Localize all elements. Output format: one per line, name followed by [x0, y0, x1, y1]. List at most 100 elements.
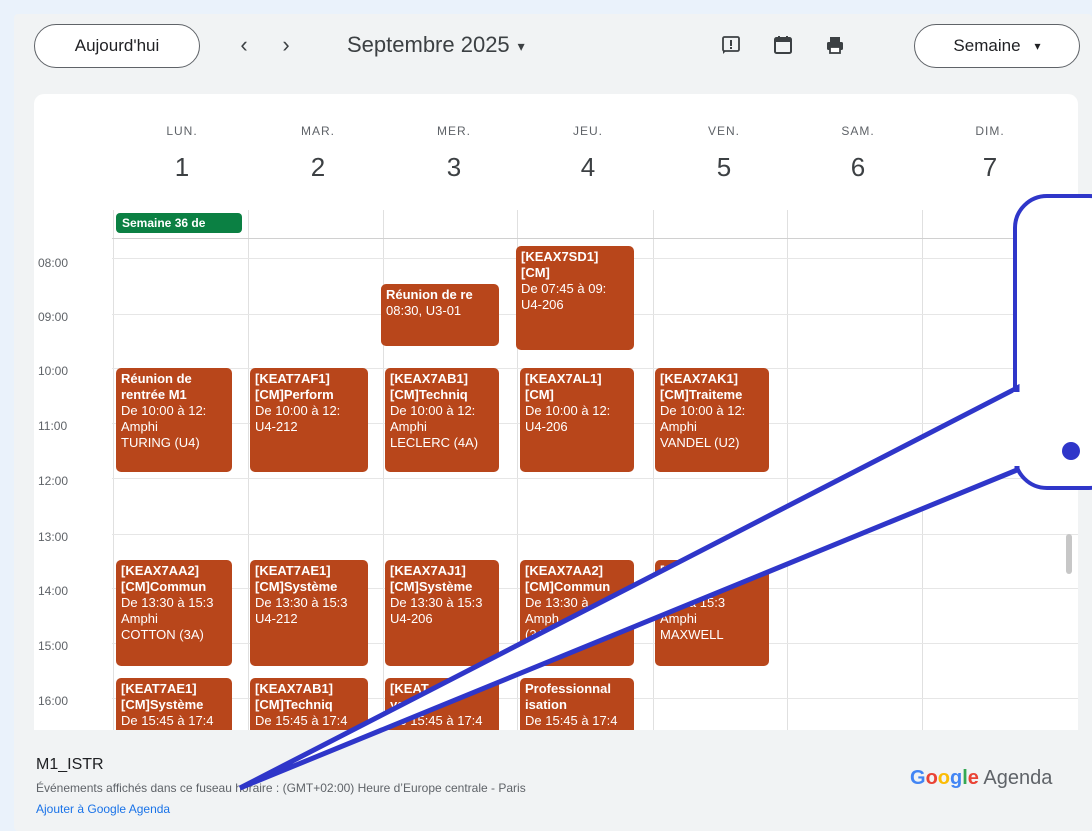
column-divider [653, 210, 654, 730]
all-day-event[interactable]: Semaine 36 de [116, 213, 242, 233]
view-selector[interactable]: Semaine ▾ [914, 24, 1080, 68]
event-detail: LECLERC (4A) [390, 435, 479, 450]
column-divider [922, 210, 923, 730]
day-number: 3 [446, 152, 462, 182]
event-title: [CM] [521, 265, 550, 280]
calendar-event[interactable]: Réunion de re 08:30, U3-01 [381, 284, 499, 346]
hour-label: 15:00 [38, 639, 69, 653]
calendar-event[interactable]: Réunion de rentrée M1 De 10:00 à 12: Amphi T… [116, 368, 232, 472]
today-button[interactable]: Aujourd'hui [34, 24, 200, 68]
event-title: me [660, 579, 679, 594]
event-detail: De 13:30 à 15:3 [390, 595, 483, 610]
callout-bubble [1013, 194, 1092, 490]
hour-label: 13:00 [38, 530, 69, 544]
prev-week-button[interactable]: ‹ [232, 32, 256, 58]
event-title: [CM] [525, 387, 554, 402]
event-detail: De 10:00 à 12: [255, 403, 341, 418]
event-title: [KEAX7AK1] [660, 371, 739, 386]
calendar-event[interactable]: [KEAX7AL1] [CM] De 10:00 à 12: U4-206 [520, 368, 634, 472]
hour-line [112, 534, 1078, 535]
event-title: [CM]Système [255, 579, 338, 594]
event-title: [CM]Techniq [255, 697, 333, 712]
event-detail: De 15:45 à 17:4 [255, 713, 348, 728]
view-label: Semaine [953, 36, 1021, 55]
calendar-event[interactable]: [KEAX7SD1] [CM] De 07:45 à 09: U4-206 [516, 246, 634, 350]
event-detail: (3A) [525, 627, 550, 642]
calendar-event[interactable]: [KEAX7AB1] [CM]Techniq De 10:00 à 12: Amphi… [385, 368, 499, 472]
day-of-week: JEU. [572, 124, 603, 138]
day-number: 6 [850, 152, 866, 182]
event-title: [CM]Traiteme [660, 387, 743, 402]
add-to-google-agenda-link[interactable]: Ajouter à Google Agenda [36, 802, 170, 816]
feedback-icon[interactable] [720, 34, 742, 56]
event-detail: De 10:00 à 12: [390, 403, 476, 418]
hour-label: 08:00 [38, 256, 69, 270]
event-detail: De 15:45 à 17:4 [525, 713, 618, 728]
day-of-week: LUN. [166, 124, 198, 138]
event-detail: De 15:45 à 17:4 [121, 713, 214, 728]
event-detail: U4-206 [525, 419, 568, 434]
event-detail: 08:30, U3-01 [386, 303, 462, 318]
calendar-event[interactable]: [KEAT ystème De 15:45 à 17:4 [385, 678, 499, 730]
month-selector[interactable]: Septembre 2025 ▾ [347, 32, 525, 58]
event-detail: De 13:30 à [525, 595, 589, 610]
next-week-button[interactable]: › [274, 32, 298, 58]
event-title: [K [660, 563, 674, 578]
week-calendar-grid: LUN. 1 MAR. 2 MER. 3 JEU. 4 VEN. 5 SAM. 6 DIM.… [34, 94, 1078, 730]
event-title: ystème [390, 697, 435, 712]
calendar-event[interactable]: [KEAX7AK1] [CM]Traiteme De 10:00 à 12: Amph… [655, 368, 769, 472]
google-wordmark: Google [910, 767, 979, 789]
event-detail: Amph [525, 611, 559, 626]
column-divider [787, 210, 788, 730]
event-detail: De 10:00 à 12: [660, 403, 746, 418]
event-detail: U4-206 [390, 611, 433, 626]
timezone-note: Événements affichés dans ce fuseau horai… [36, 781, 526, 795]
day-of-week: MER. [437, 124, 471, 138]
event-title: [CM]Système [121, 697, 204, 712]
chevron-left-icon: ‹ [240, 32, 248, 57]
event-detail: Amphi [121, 419, 158, 434]
event-detail: De 13:30 à 15:3 [121, 595, 214, 610]
month-label: Septembre 2025 [347, 32, 510, 57]
caret-down-icon: ▾ [1034, 39, 1041, 53]
event-title: [KEAX7AB1] [255, 681, 334, 696]
event-detail: Amphi [121, 611, 158, 626]
print-icon[interactable] [824, 34, 846, 56]
event-title: Réunion de re [386, 287, 473, 302]
column-divider [248, 210, 249, 730]
event-title: [CM]Perform [255, 387, 334, 402]
calendar-event[interactable]: [KEAX7AJ1] [CM]Système De 13:30 à 15:3 U4-2… [385, 560, 499, 666]
calendar-event[interactable]: Professionnal isation De 15:45 à 17:4 [520, 678, 634, 730]
event-title: [KEAX7AL1] [525, 371, 602, 386]
allday-divider [112, 238, 1078, 239]
google-agenda-logo[interactable]: Google Agenda [910, 767, 1052, 790]
calendar-event[interactable]: [KEAX7AA2] [CM]Commun De 13:30 à 15:3 Amphi… [116, 560, 232, 666]
calendar-event[interactable]: [KEAX7AA2] [CM]Commun De 13:30 à Amph (3A) [520, 560, 634, 666]
event-detail: De 15:45 à 17:4 [390, 713, 483, 728]
event-title: isation [525, 697, 567, 712]
event-detail: De 10:00 à 12: [121, 403, 207, 418]
event-detail: De 13:30 à 15:3 [255, 595, 348, 610]
event-detail: MAXWELL [660, 627, 724, 642]
event-title: [CM]Système [390, 579, 473, 594]
chevron-right-icon: › [282, 32, 290, 57]
event-title: [KEAX7AJ1] [390, 563, 466, 578]
day-of-week: VEN. [707, 124, 740, 138]
scrollbar-thumb[interactable] [1066, 534, 1072, 574]
event-detail: 3:30 à 15:3 [660, 595, 726, 610]
day-of-week: DIM. [975, 124, 1005, 138]
calendar-event[interactable]: [KEAT7AF1] [CM]Perform De 10:00 à 12: U4-21… [250, 368, 368, 472]
day-number: 4 [580, 152, 596, 182]
calendar-event[interactable]: [K me 3:30 à 15:3 Amphi MAXWELL [655, 560, 769, 666]
day-number: 1 [174, 152, 190, 182]
day-number: 5 [716, 152, 732, 182]
event-detail: COTTON (3A) [121, 627, 204, 642]
event-title: rentrée M1 [121, 387, 187, 402]
calendar-icon[interactable] [772, 34, 794, 56]
day-of-week: MAR. [301, 124, 335, 138]
calendar-event[interactable]: [KEAX7AB1] [CM]Techniq De 15:45 à 17:4 [250, 678, 368, 730]
calendar-event[interactable]: [KEAT7AE1] [CM]Système De 13:30 à 15:3 U4-2… [250, 560, 368, 666]
event-detail: U4-212 [255, 419, 298, 434]
calendar-event[interactable]: [KEAT7AE1] [CM]Système De 15:45 à 17:4 [116, 678, 232, 730]
day-number: 2 [310, 152, 326, 182]
